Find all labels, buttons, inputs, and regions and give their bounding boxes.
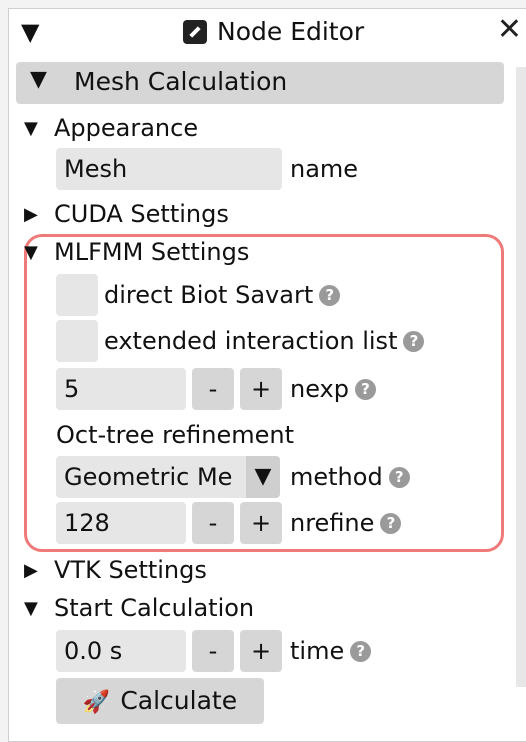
time-text: time [290,637,345,665]
nexp-input[interactable]: 5 [56,368,186,410]
tree-node-vtk-settings[interactable]: ▶ VTK Settings [24,552,207,588]
extended-interaction-list-label: extended interaction list ? [104,320,425,362]
scrollbar[interactable] [516,67,526,687]
direct-biot-savart-checkbox[interactable] [56,274,98,316]
tree-node-label: CUDA Settings [54,200,229,228]
close-icon[interactable]: ✕ [497,15,522,45]
tree-node-cuda-settings[interactable]: ▶ CUDA Settings [24,196,229,232]
nrefine-text: nrefine [290,509,375,537]
edit-icon [183,20,207,44]
help-icon[interactable]: ? [388,466,410,488]
window-title-text: Node Editor [217,17,365,46]
help-icon[interactable]: ? [380,512,402,534]
tree-node-start-calculation[interactable]: ▼ Start Calculation [24,590,254,626]
tree-node-label: Appearance [54,114,199,142]
tree-node-label: MLFMM Settings [54,238,250,266]
tree-node-label: VTK Settings [54,556,207,584]
method-text: method [290,463,383,491]
time-decrement-button[interactable]: - [192,630,234,672]
calculate-label: Calculate [120,686,238,715]
expand-arrow-icon: ▼ [24,241,38,263]
calculate-button[interactable]: 🚀 Calculate [56,678,264,724]
expand-arrow-icon: ▼ [30,67,47,92]
name-label: name [290,155,359,183]
name-input[interactable]: Mesh [56,148,282,190]
help-icon[interactable]: ? [319,284,341,306]
expand-arrow-icon: ▼ [24,597,38,619]
nrefine-increment-button[interactable]: + [240,502,282,544]
window-title: Node Editor [183,17,364,47]
help-icon[interactable]: ? [403,330,425,352]
tree-node-mlfmm-settings[interactable]: ▼ MLFMM Settings [24,234,249,270]
extended-interaction-list-text: extended interaction list [104,327,398,355]
nexp-decrement-button[interactable]: - [192,368,234,410]
help-icon[interactable]: ? [355,378,376,400]
collapse-window-toggle[interactable]: ▼ [21,17,39,47]
time-increment-button[interactable]: + [240,630,282,672]
method-label: method ? [290,456,410,498]
method-select[interactable]: Geometric Me [56,456,254,498]
tree-node-appearance[interactable]: ▼ Appearance [24,110,198,146]
nexp-text: nexp [290,375,349,403]
nrefine-input[interactable]: 128 [56,502,186,544]
time-label: time ? [290,630,372,672]
direct-biot-savart-label: direct Biot Savart ? [104,274,341,316]
section-mesh-calculation[interactable]: ▼ Mesh Calculation [16,62,504,104]
nexp-increment-button[interactable]: + [240,368,282,410]
octree-refinement-heading: Oct-tree refinement [56,421,295,449]
nrefine-label: nrefine ? [290,502,402,544]
extended-interaction-list-checkbox[interactable] [56,320,98,362]
nexp-label: nexp ? [290,368,376,410]
title-bar: ▼ Node Editor ✕ [9,9,526,55]
tree-node-label: Start Calculation [54,594,255,622]
chevron-down-icon[interactable]: ▼ [246,456,280,498]
direct-biot-savart-text: direct Biot Savart [104,281,314,309]
time-input[interactable]: 0.0 s [56,630,186,672]
nrefine-decrement-button[interactable]: - [192,502,234,544]
collapsed-arrow-icon: ▶ [24,559,38,581]
expand-arrow-icon: ▼ [24,117,38,139]
help-icon[interactable]: ? [350,640,372,662]
section-label: Mesh Calculation [74,67,288,96]
rocket-icon: 🚀 [82,690,111,715]
collapsed-arrow-icon: ▶ [24,203,38,225]
